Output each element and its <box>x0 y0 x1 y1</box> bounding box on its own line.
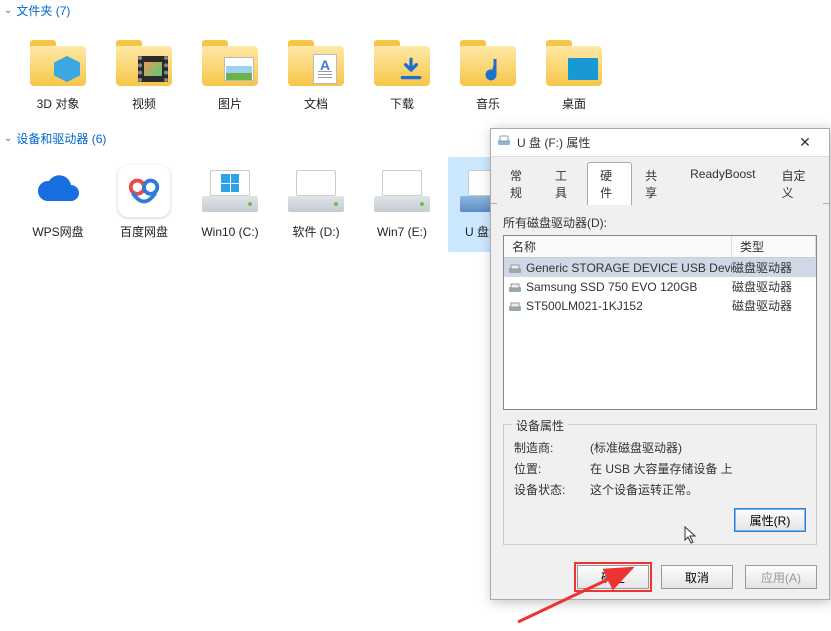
close-button[interactable]: ✕ <box>787 132 823 154</box>
drive-label: Win10 (C:) <box>201 225 258 239</box>
folder-item[interactable]: 3D 对象 <box>18 29 98 124</box>
chevron-down-icon: ⌄ <box>4 133 12 144</box>
drive-icon <box>497 135 511 150</box>
group-header-folders[interactable]: ⌄ 文件夹 (7) <box>0 0 831 21</box>
folder-icon <box>542 33 606 93</box>
tabstrip: 常规工具硬件共享ReadyBoost自定义 <box>491 157 829 204</box>
list-row[interactable]: Generic STORAGE DEVICE USB Device磁盘驱动器 <box>504 258 816 277</box>
apply-button[interactable]: 应用(A) <box>745 565 817 589</box>
list-row[interactable]: Samsung SSD 750 EVO 120GB磁盘驱动器 <box>504 277 816 296</box>
status-label: 设备状态: <box>514 481 590 498</box>
tab-ReadyBoost[interactable]: ReadyBoost <box>677 162 768 205</box>
folder-icon <box>26 33 90 93</box>
drive-item[interactable]: 软件 (D:) <box>276 157 356 252</box>
row-name: ST500LM021-1KJ152 <box>526 299 732 313</box>
group-title: 文件夹 (7) <box>16 2 70 19</box>
row-type: 磁盘驱动器 <box>732 259 812 276</box>
drive-item[interactable]: 百度网盘 <box>104 157 184 252</box>
drives-listbox[interactable]: 名称 类型 Generic STORAGE DEVICE USB Device磁… <box>503 235 817 410</box>
tab-自定义[interactable]: 自定义 <box>769 162 824 205</box>
folder-icon <box>284 33 348 93</box>
chevron-down-icon: ⌄ <box>4 5 12 16</box>
drive-icon <box>112 161 176 221</box>
folder-item[interactable]: 桌面 <box>534 29 614 124</box>
drive-label: 百度网盘 <box>120 225 168 239</box>
manufacturer-row: 制造商: (标准磁盘驱动器) <box>514 439 806 456</box>
cancel-button[interactable]: 取消 <box>661 565 733 589</box>
folder-item[interactable]: 文档 <box>276 29 356 124</box>
tab-共享[interactable]: 共享 <box>632 162 677 205</box>
device-properties-button[interactable]: 属性(R) <box>734 508 806 532</box>
list-row[interactable]: ST500LM021-1KJ152磁盘驱动器 <box>504 296 816 315</box>
folder-item[interactable]: 视频 <box>104 29 184 124</box>
folder-item[interactable]: 图片 <box>190 29 270 124</box>
folder-item[interactable]: 音乐 <box>448 29 528 124</box>
tab-常规[interactable]: 常规 <box>497 162 542 205</box>
tab-panel-hardware: 所有磁盘驱动器(D): 名称 类型 Generic STORAGE DEVICE… <box>491 203 829 555</box>
all-drives-label: 所有磁盘驱动器(D): <box>503 214 817 231</box>
folder-icon <box>198 33 262 93</box>
drive-icon <box>370 161 434 221</box>
location-row: 位置: 在 USB 大容量存储设备 上 <box>514 460 806 477</box>
row-name: Samsung SSD 750 EVO 120GB <box>526 280 732 294</box>
status-value: 这个设备运转正常。 <box>590 481 698 498</box>
folder-label: 桌面 <box>562 97 586 111</box>
folder-label: 音乐 <box>476 97 500 111</box>
drive-label: WPS网盘 <box>32 225 83 239</box>
drive-item[interactable]: Win7 (E:) <box>362 157 442 252</box>
disk-icon <box>508 263 522 273</box>
folder-label: 文档 <box>304 97 328 111</box>
row-name: Generic STORAGE DEVICE USB Device <box>526 261 732 275</box>
row-type: 磁盘驱动器 <box>732 297 812 314</box>
folder-icon <box>112 33 176 93</box>
manufacturer-label: 制造商: <box>514 439 590 456</box>
drive-label: Win7 (E:) <box>377 225 427 239</box>
device-properties-group: 设备属性 制造商: (标准磁盘驱动器) 位置: 在 USB 大容量存储设备 上 … <box>503 424 817 545</box>
col-name[interactable]: 名称 <box>504 236 732 257</box>
location-label: 位置: <box>514 460 590 477</box>
folder-icon <box>456 33 520 93</box>
folder-label: 3D 对象 <box>37 97 80 111</box>
drive-item[interactable]: Win10 (C:) <box>190 157 270 252</box>
properties-dialog: U 盘 (F:) 属性 ✕ 常规工具硬件共享ReadyBoost自定义 所有磁盘… <box>490 128 830 600</box>
device-properties-legend: 设备属性 <box>512 417 568 434</box>
dialog-buttons: 确定 取消 应用(A) <box>491 555 829 599</box>
disk-icon <box>508 301 522 311</box>
drive-item[interactable]: WPS网盘 <box>18 157 98 252</box>
folder-label: 视频 <box>132 97 156 111</box>
folders-grid: 3D 对象 视频 图片 文档 下载 音乐 桌面 <box>0 21 831 128</box>
folder-item[interactable]: 下载 <box>362 29 442 124</box>
folder-label: 下载 <box>390 97 414 111</box>
folder-icon <box>370 33 434 93</box>
group-title: 设备和驱动器 (6) <box>16 130 106 147</box>
manufacturer-value: (标准磁盘驱动器) <box>590 439 682 456</box>
col-type[interactable]: 类型 <box>732 236 816 257</box>
folder-label: 图片 <box>218 97 242 111</box>
tab-工具[interactable]: 工具 <box>542 162 587 205</box>
location-value: 在 USB 大容量存储设备 上 <box>590 460 733 477</box>
dialog-title: U 盘 (F:) 属性 <box>517 134 590 151</box>
titlebar[interactable]: U 盘 (F:) 属性 ✕ <box>491 129 829 157</box>
disk-icon <box>508 282 522 292</box>
ok-button[interactable]: 确定 <box>577 565 649 589</box>
status-row: 设备状态: 这个设备运转正常。 <box>514 481 806 498</box>
drive-icon <box>284 161 348 221</box>
list-header: 名称 类型 <box>504 236 816 258</box>
drive-icon <box>198 161 262 221</box>
drive-icon <box>26 161 90 221</box>
tab-硬件[interactable]: 硬件 <box>587 162 632 205</box>
row-type: 磁盘驱动器 <box>732 278 812 295</box>
drive-label: 软件 (D:) <box>292 225 339 239</box>
